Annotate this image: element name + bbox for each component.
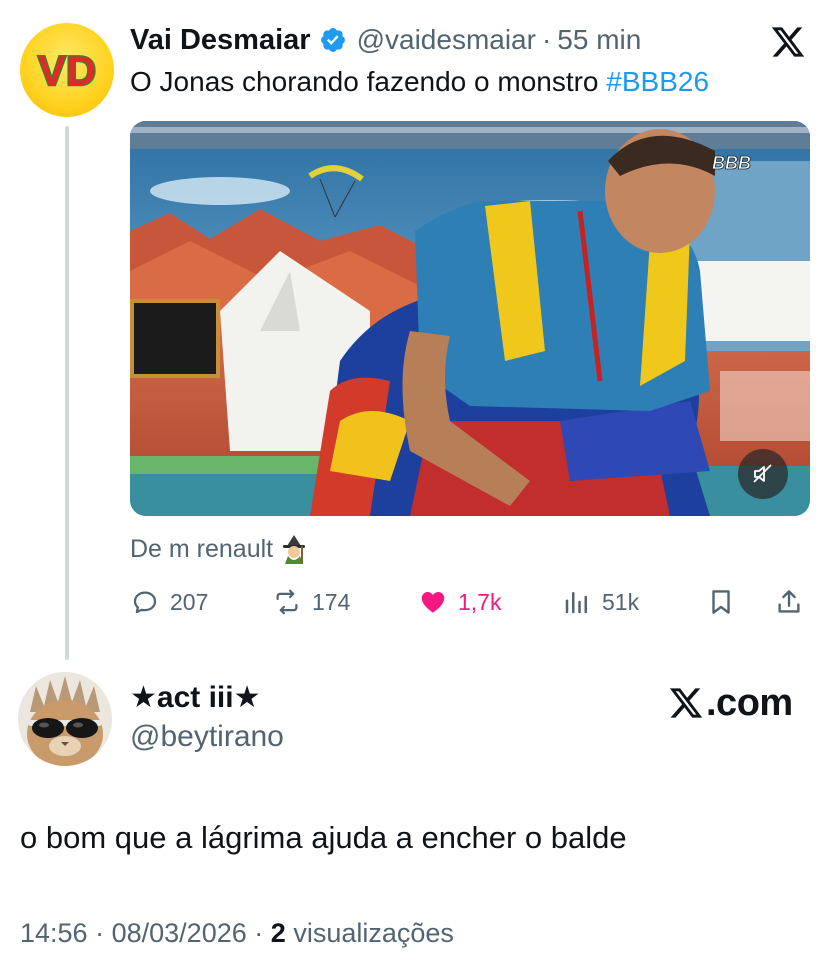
repost-icon [276, 589, 298, 615]
bookmark-icon [712, 590, 730, 614]
reply-author-avatar[interactable] [18, 672, 112, 766]
thread-connector-line [65, 126, 69, 660]
x-logo-icon[interactable] [770, 24, 806, 60]
post-metadata: 14:56 · 08/03/2026 · 2 visualizações [20, 918, 454, 949]
reply-action[interactable]: 207 [130, 585, 208, 619]
views-chart-icon [565, 592, 587, 614]
vd-logo-icon: VD [37, 46, 98, 95]
bookmark-action[interactable] [706, 585, 736, 619]
cat-sunglasses-avatar [18, 672, 112, 766]
quoted-tweet-header: Vai Desmaiar @vaidesmaiar · 55 min [130, 22, 641, 58]
like-count: 1,7k [458, 588, 502, 615]
x-logo-brand-icon [669, 688, 703, 718]
views-number: 2 [270, 918, 286, 948]
meta-separator: · [254, 918, 264, 948]
reply-icon [133, 591, 157, 614]
header-separator: · [541, 24, 552, 55]
video-frame-image: BBB [130, 121, 810, 516]
bbb-watermark: BBB [712, 153, 751, 173]
media-attribution: De m renault [130, 534, 309, 564]
repost-count: 174 [312, 588, 351, 615]
author-handle[interactable]: @vaidesmaiar [357, 24, 536, 56]
post-date[interactable]: 08/03/2026 [112, 918, 247, 948]
heart-filled-icon [421, 592, 445, 613]
meta-separator: · [95, 918, 105, 948]
tweet-body: O Jonas chorando fazendo o monstro [130, 66, 599, 97]
witch-emoji-icon [283, 535, 306, 564]
x-com-brand: .com [668, 680, 793, 726]
brand-suffix: .com [706, 681, 793, 724]
post-time[interactable]: 55 min [557, 24, 641, 56]
media-source-text[interactable]: De m renault [130, 535, 273, 564]
reply-handle[interactable]: @beytirano [130, 720, 284, 754]
views-count: 51k [602, 588, 640, 615]
svg-text:VD: VD [38, 47, 96, 94]
views-action[interactable]: 51k [562, 585, 639, 619]
hashtag-link[interactable]: #BBB26 [606, 66, 709, 97]
reply-count: 207 [170, 588, 209, 615]
quoted-tweet-text: O Jonas chorando fazendo o monstro #BBB2… [130, 64, 709, 100]
like-action[interactable]: 1,7k [418, 585, 501, 619]
video-media[interactable]: BBB [130, 121, 810, 516]
views-label: visualizações [293, 918, 454, 948]
post-time[interactable]: 14:56 [20, 918, 88, 948]
reply-text: o bom que a lágrima ajuda a encher o bal… [20, 820, 627, 855]
mute-button[interactable] [738, 449, 788, 499]
share-action[interactable] [774, 585, 804, 619]
repost-action[interactable]: 174 [272, 585, 350, 619]
speaker-muted-icon [753, 464, 772, 483]
reply-display-name[interactable]: ★act iii★ [130, 680, 261, 715]
share-icon [778, 590, 800, 613]
author-name[interactable]: Vai Desmaiar [130, 24, 311, 57]
author-avatar[interactable]: VD [20, 23, 114, 117]
verified-badge-icon [320, 28, 345, 52]
